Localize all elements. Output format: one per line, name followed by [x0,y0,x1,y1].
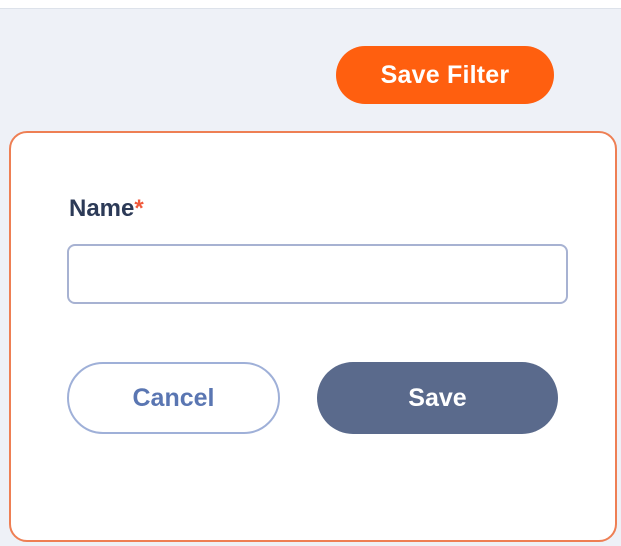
save-filter-dialog: Name* Cancel Save [9,131,617,542]
cancel-button[interactable]: Cancel [67,362,280,434]
name-label-text: Name [69,195,135,222]
top-strip [0,0,621,9]
name-input[interactable] [67,244,568,304]
required-asterisk: * [134,195,144,222]
save-filter-button[interactable]: Save Filter [336,46,554,104]
name-field-label: Name* [69,195,144,223]
save-button[interactable]: Save [317,362,558,434]
